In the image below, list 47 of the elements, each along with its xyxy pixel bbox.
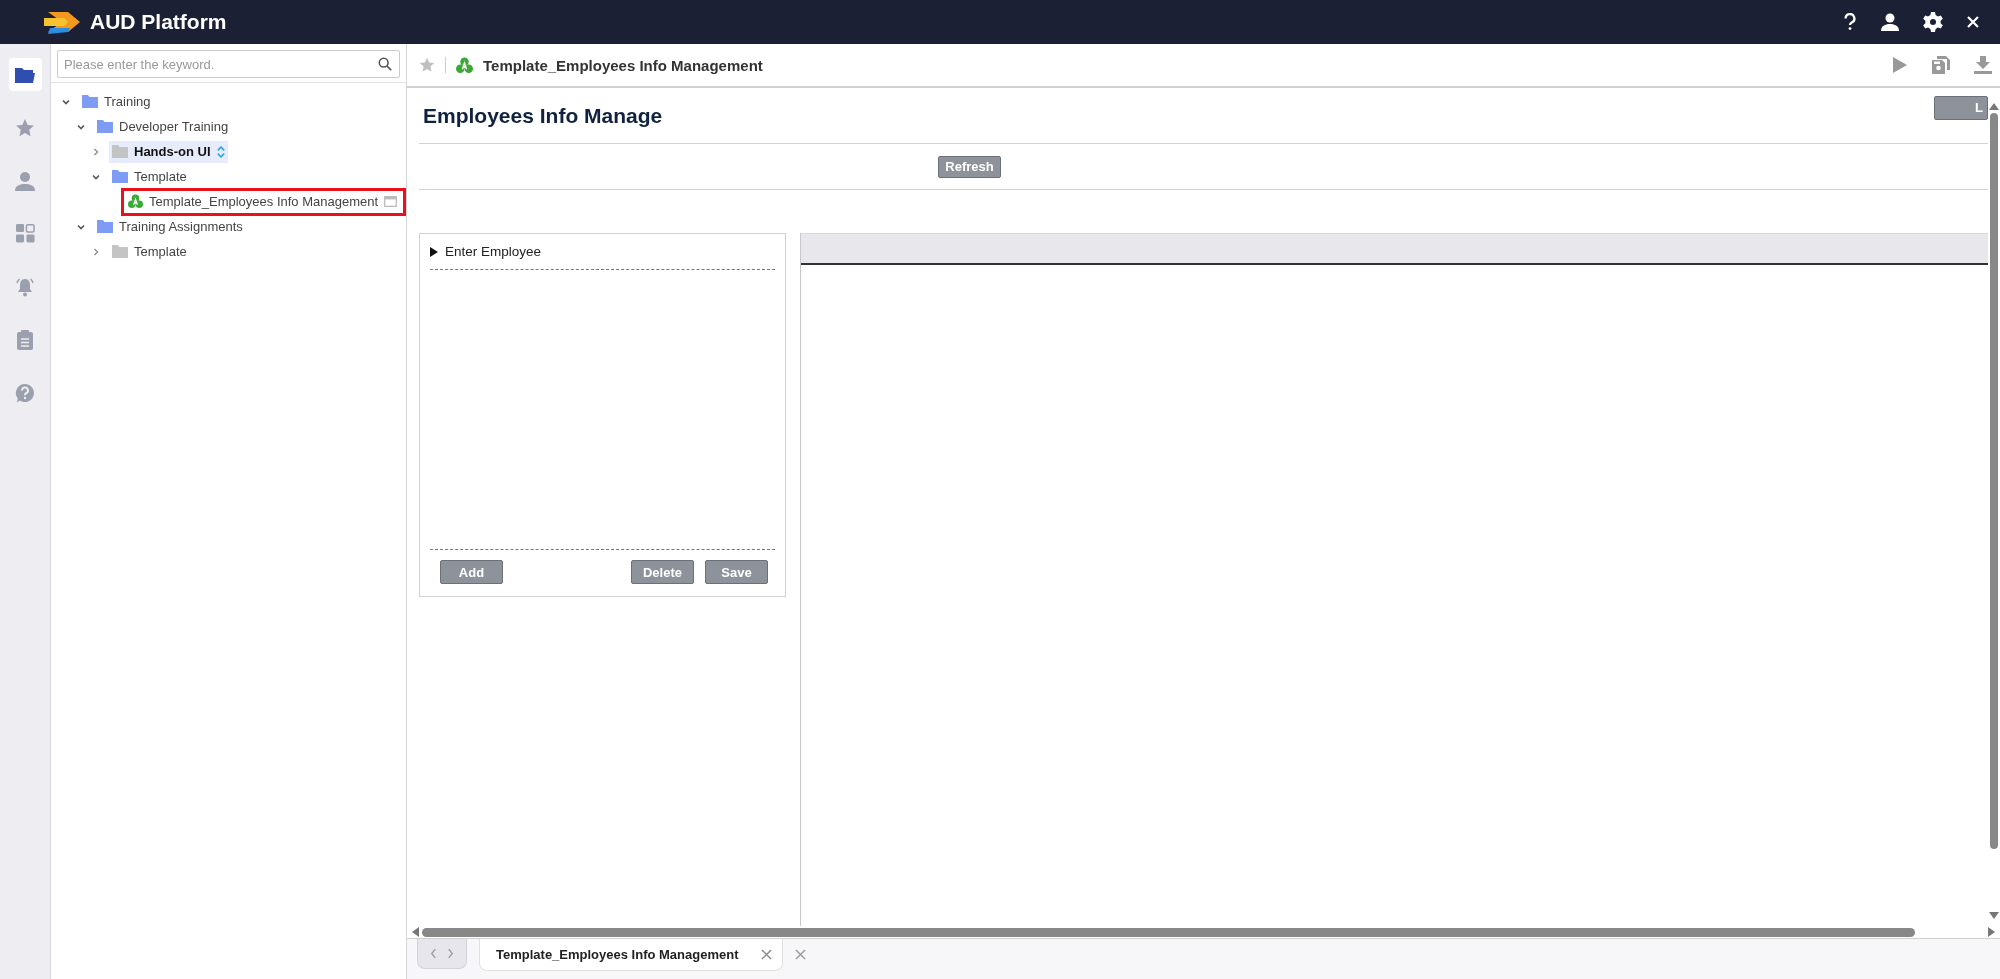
scroll-down-icon[interactable]: [1989, 912, 1999, 920]
folder-icon: [97, 220, 113, 233]
save-icon[interactable]: [1932, 56, 1950, 74]
search-icon[interactable]: [378, 57, 392, 71]
user-icon[interactable]: [1880, 12, 1900, 32]
folder-icon: [112, 245, 128, 258]
scroll-right-icon[interactable]: [1988, 927, 1996, 937]
form-title: Enter Employee: [445, 244, 542, 259]
chevron-right-icon[interactable]: [447, 948, 454, 959]
folder-icon: [112, 145, 128, 158]
play-icon[interactable]: [1892, 56, 1908, 74]
clipboard-icon: [17, 329, 33, 350]
grid-icon: [15, 224, 35, 243]
tree-item[interactable]: Developer Training: [94, 115, 232, 138]
settings-icon[interactable]: [1923, 12, 1943, 32]
user-icon: [15, 170, 35, 191]
chevron-right-icon[interactable]: [91, 146, 101, 157]
download-icon[interactable]: [1974, 56, 1992, 74]
app-icon: [456, 56, 473, 74]
tree-item[interactable]: Template: [109, 240, 190, 263]
window-icon: [384, 196, 398, 207]
app-icon: [128, 194, 143, 209]
scroll-left-icon[interactable]: [411, 927, 419, 937]
chevron-right-icon[interactable]: [91, 246, 101, 257]
help-icon: [15, 382, 35, 403]
folder-icon: [82, 95, 98, 108]
scroll-up-icon[interactable]: [1989, 102, 1999, 110]
folder-icon: [97, 120, 113, 133]
tree-item[interactable]: Training: [79, 90, 154, 113]
page-heading: Employees Info Manage: [423, 103, 663, 128]
tree-item[interactable]: Hands-on UI: [109, 140, 228, 163]
chevron-left-icon[interactable]: [430, 948, 437, 959]
document-title: Template_Employees Info Management: [483, 56, 763, 74]
star-icon: [15, 117, 35, 138]
folder-icon: [15, 66, 35, 83]
rail-button[interactable]: [8, 58, 42, 91]
help-icon[interactable]: [1843, 13, 1857, 31]
document-tab[interactable]: Template_Employees Info Management: [479, 939, 783, 971]
tree-item[interactable]: Template_Employees Info Management: [124, 190, 404, 213]
search-field[interactable]: Please enter the keyword.: [57, 50, 400, 78]
tree-item[interactable]: Training Assignments: [94, 215, 246, 238]
triangle-icon: [430, 246, 438, 257]
app-title: AUD Platform: [90, 10, 227, 34]
bell-icon: [15, 276, 35, 297]
tree-item[interactable]: Template: [109, 165, 190, 188]
folder-icon: [112, 170, 128, 183]
star-icon[interactable]: [419, 57, 435, 73]
